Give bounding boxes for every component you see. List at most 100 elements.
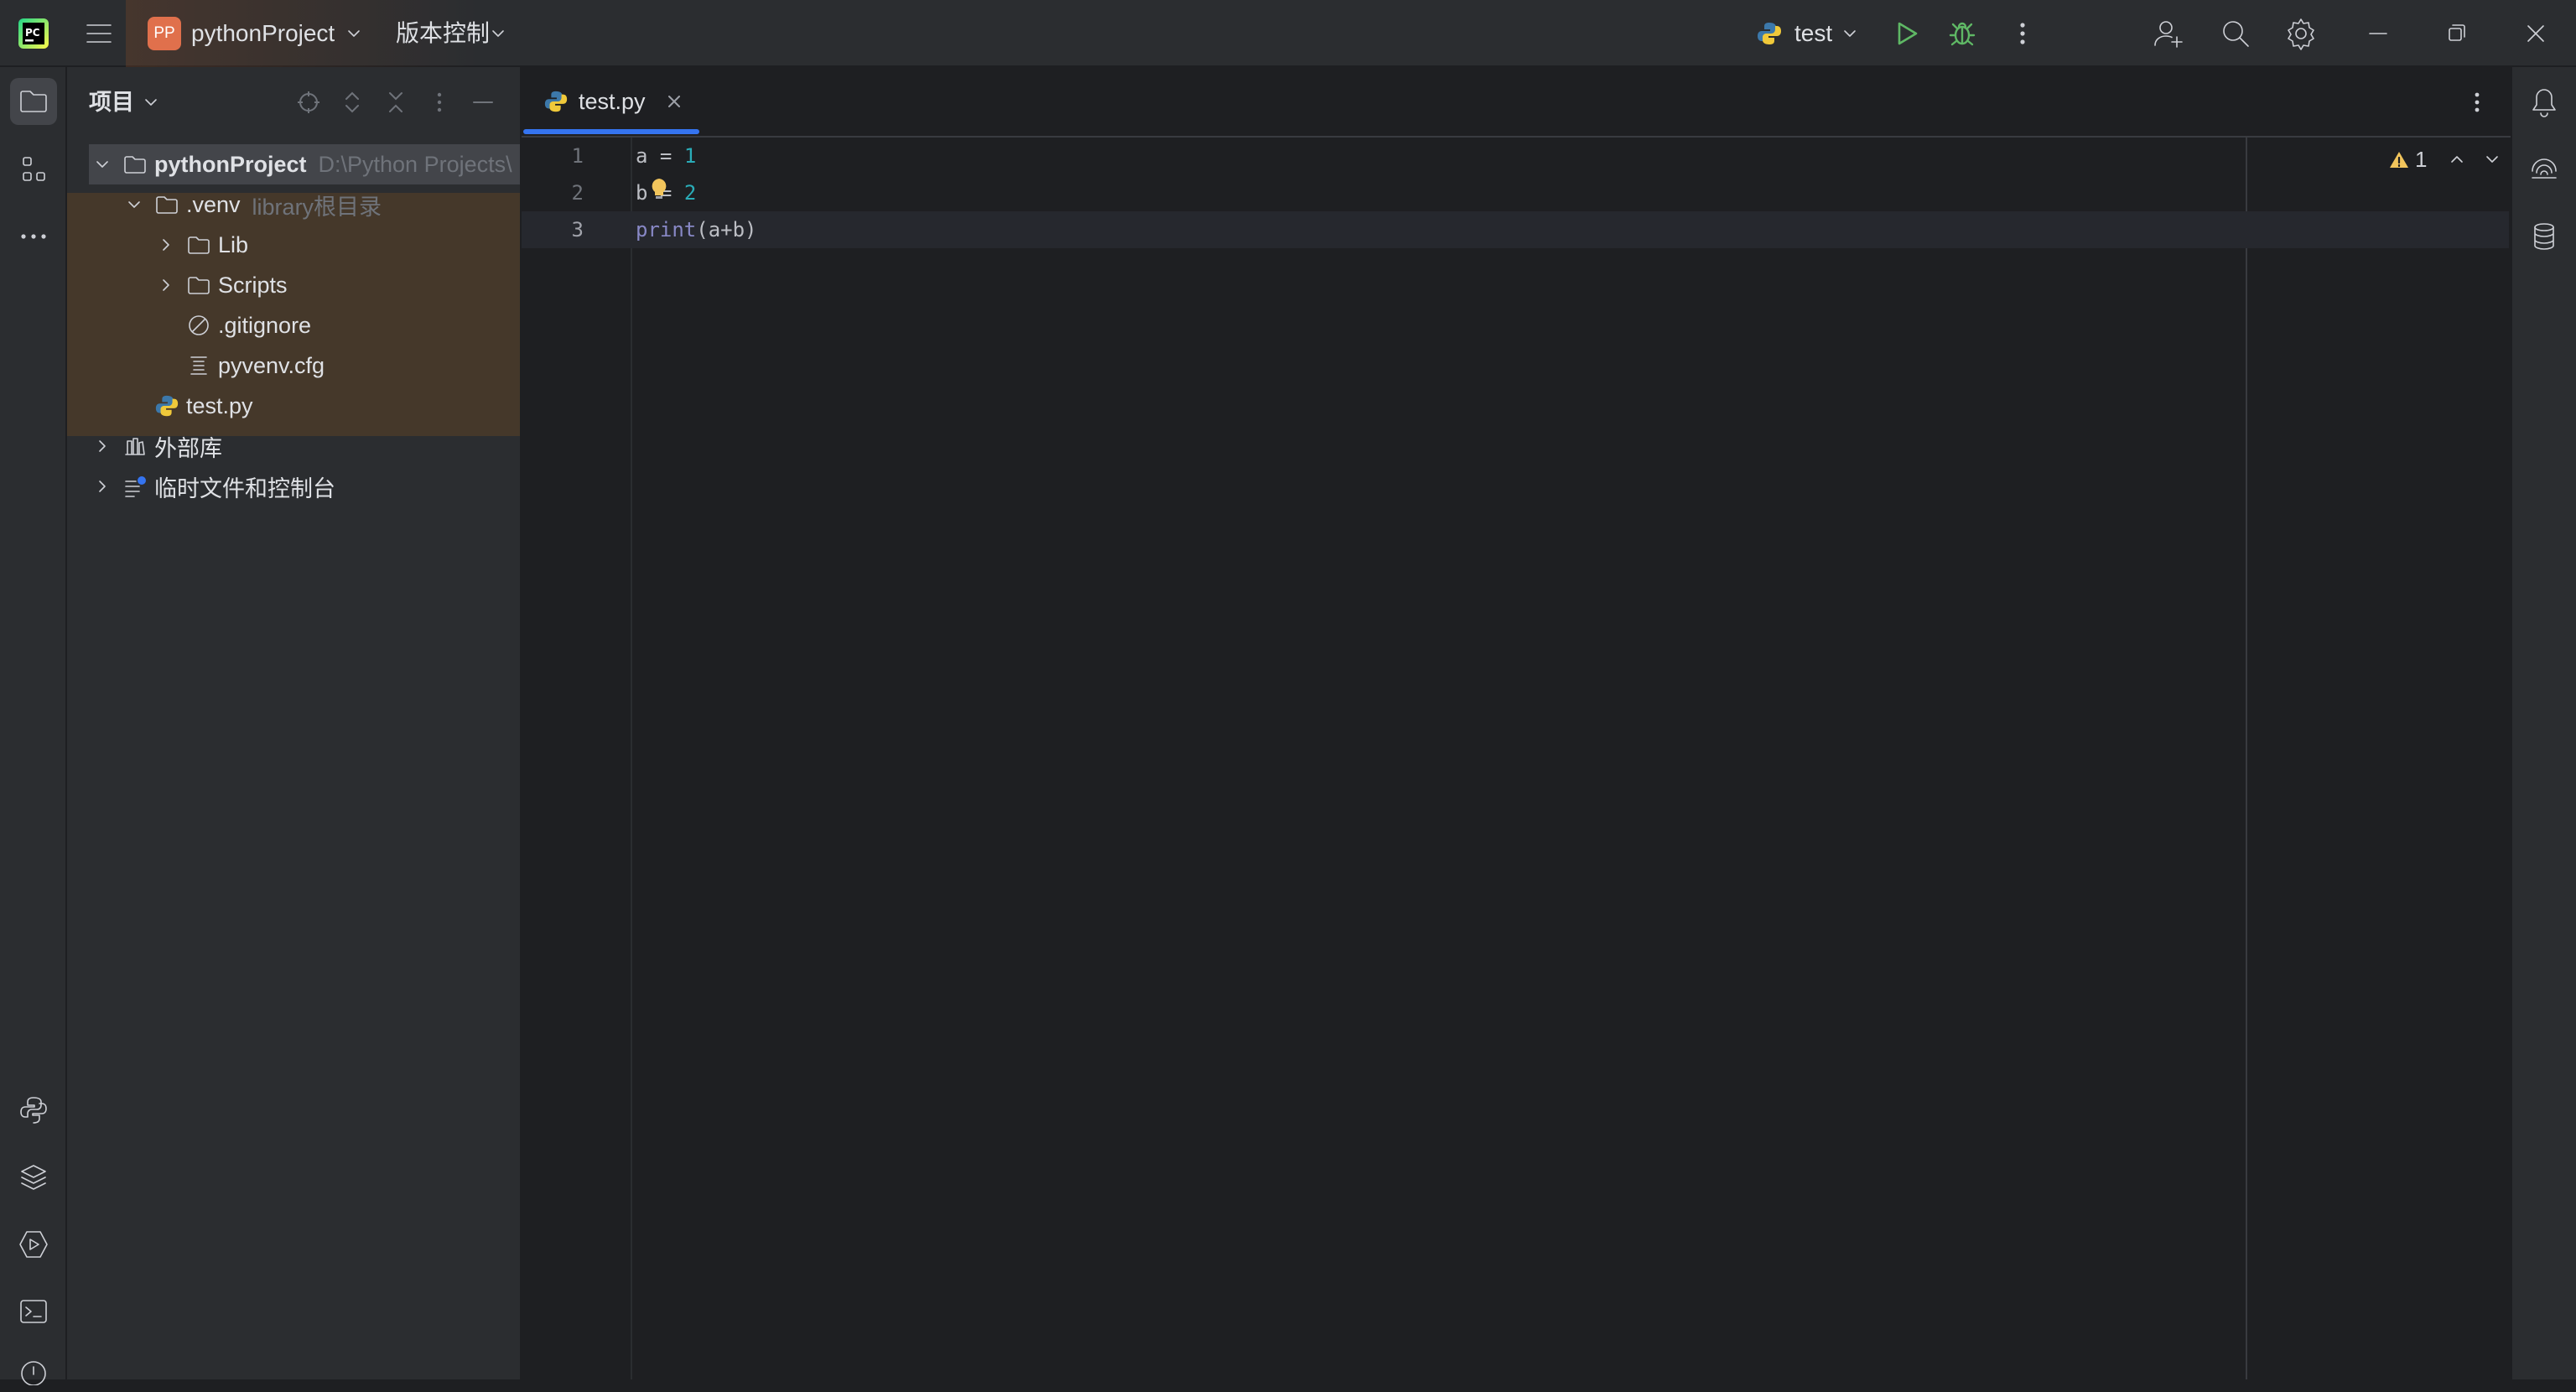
chevron-right-icon[interactable] [156, 275, 176, 295]
chevron-down-icon[interactable] [124, 195, 144, 215]
project-panel: 项目 pythonProject D:\Python Projects\ .ve… [67, 67, 522, 1379]
notifications-bell-icon[interactable] [2527, 86, 2561, 119]
expand-all-icon[interactable] [339, 89, 366, 116]
tree-item-path: D:\Python Projects\ [318, 151, 512, 177]
python-file-icon [155, 395, 179, 417]
tab-options-icon[interactable] [2462, 87, 2492, 117]
database-icon[interactable] [2527, 220, 2561, 253]
svg-text:PC: PC [25, 27, 40, 39]
tree-item-label: Scripts [218, 272, 288, 298]
hide-panel-icon[interactable] [470, 89, 496, 116]
terminal-button[interactable] [10, 1288, 57, 1335]
search-icon[interactable] [2219, 17, 2252, 50]
line-number: 2 [571, 181, 584, 205]
problems-icon [21, 1361, 46, 1385]
services-button[interactable] [10, 1221, 57, 1268]
project-badge[interactable]: PP [148, 17, 181, 50]
tree-item-label: .gitignore [218, 312, 312, 338]
pycharm-logo-icon[interactable]: PC [18, 18, 49, 49]
chevron-down-icon[interactable] [143, 94, 159, 111]
tree-item-pythonproject[interactable]: pythonProject D:\Python Projects\ [67, 144, 520, 184]
close-window-icon[interactable] [2521, 17, 2551, 50]
main-menu-icon[interactable] [82, 18, 116, 49]
config-file-icon [190, 356, 207, 375]
problems-button[interactable] [10, 1345, 57, 1392]
layers-button[interactable] [10, 1154, 57, 1201]
collapse-all-icon[interactable] [382, 89, 409, 116]
locate-file-icon[interactable] [295, 89, 322, 116]
ai-assistant-icon[interactable] [2527, 153, 2561, 186]
more-actions-icon[interactable] [2007, 18, 2038, 49]
warning-count[interactable]: 1 [2415, 144, 2427, 174]
tree-item-test-py[interactable]: test.py [67, 386, 520, 426]
chevron-down-icon[interactable] [345, 25, 362, 42]
chevron-down-icon[interactable] [92, 154, 112, 174]
right-margin-guide [2246, 138, 2247, 1379]
tree-item-gitignore[interactable]: .gitignore [67, 305, 520, 345]
active-tab-underline [523, 129, 699, 134]
tab-label: test.py [579, 89, 646, 114]
tree-item-scripts[interactable]: Scripts [67, 265, 520, 305]
layers-icon [21, 1165, 46, 1190]
structure-tool-button[interactable] [10, 146, 57, 193]
right-tool-strip [2511, 67, 2576, 1379]
line-number: 3 [571, 218, 584, 242]
restore-icon[interactable] [2442, 17, 2472, 50]
folder-icon [156, 196, 178, 214]
tree-item-label: pyvenv.cfg [218, 352, 325, 378]
scratches-icon [125, 476, 146, 497]
tree-item-hint: library根目录 [252, 194, 382, 220]
library-icon [125, 438, 145, 455]
project-panel-header: 项目 [67, 67, 520, 138]
previous-highlight-icon[interactable] [2447, 149, 2467, 169]
tree-item-label: Lib [218, 231, 249, 257]
debug-icon[interactable] [1947, 18, 1977, 49]
tree-item-scratches[interactable]: 临时文件和控制台 [67, 466, 520, 506]
project-panel-title[interactable]: 项目 [89, 67, 134, 138]
project-tool-button[interactable] [10, 78, 57, 125]
add-user-icon[interactable] [2152, 17, 2185, 50]
lightbulb-icon[interactable] [647, 176, 671, 203]
chevron-right-icon[interactable] [156, 235, 176, 255]
folder-icon [20, 91, 47, 112]
close-tab-icon[interactable] [664, 91, 684, 112]
folder-icon [188, 277, 210, 294]
minimize-icon[interactable] [2363, 17, 2393, 50]
tab-test-py[interactable]: test.py [522, 67, 701, 136]
folder-icon [124, 156, 146, 174]
services-icon [19, 1231, 48, 1258]
more-icon [21, 234, 46, 239]
editor-tab-bar: test.py [522, 67, 2511, 138]
chevron-down-icon[interactable] [490, 25, 506, 42]
vcs-menu[interactable]: 版本控制 [396, 0, 490, 67]
python-console-button[interactable] [10, 1087, 57, 1134]
more-tools-button[interactable] [10, 213, 57, 260]
chevron-right-icon[interactable] [92, 436, 112, 456]
chevron-down-icon[interactable] [1841, 25, 1858, 42]
code-line-1[interactable]: a = 1 [636, 138, 696, 174]
warning-icon[interactable] [2388, 149, 2410, 171]
options-icon[interactable] [426, 89, 453, 116]
terminal-icon [20, 1300, 47, 1323]
python-console-icon [20, 1097, 47, 1124]
tree-item-pyvenv-cfg[interactable]: pyvenv.cfg [67, 345, 520, 386]
tree-item-label: .venv [186, 191, 241, 217]
code-editor[interactable]: 1 2 3 a = 1 b = 2 print(a+b) 1 [522, 138, 2511, 1379]
run-icon[interactable] [1892, 18, 1922, 49]
tree-item-lib[interactable]: Lib [67, 225, 520, 265]
project-name-dropdown[interactable]: pythonProject [191, 0, 335, 67]
python-file-icon [543, 89, 569, 114]
code-line-3[interactable]: print(a+b) [636, 211, 757, 248]
chevron-right-icon[interactable] [92, 476, 112, 496]
left-tool-strip [0, 67, 67, 1385]
run-config-dropdown[interactable]: test [1794, 0, 1832, 67]
next-highlight-icon[interactable] [2482, 149, 2502, 169]
tree-item-label: 外部库 [154, 435, 222, 461]
tree-item-venv[interactable]: .venv library根目录 [67, 184, 520, 225]
tree-item-label: 临时文件和控制台 [154, 475, 335, 501]
tree-item-external-libraries[interactable]: 外部库 [67, 426, 520, 466]
tree-item-label: pythonProject [154, 151, 307, 177]
settings-gear-icon[interactable] [2284, 17, 2318, 50]
line-number: 1 [571, 144, 584, 168]
title-bar: PC PP pythonProject 版本控制 test [0, 0, 2576, 67]
